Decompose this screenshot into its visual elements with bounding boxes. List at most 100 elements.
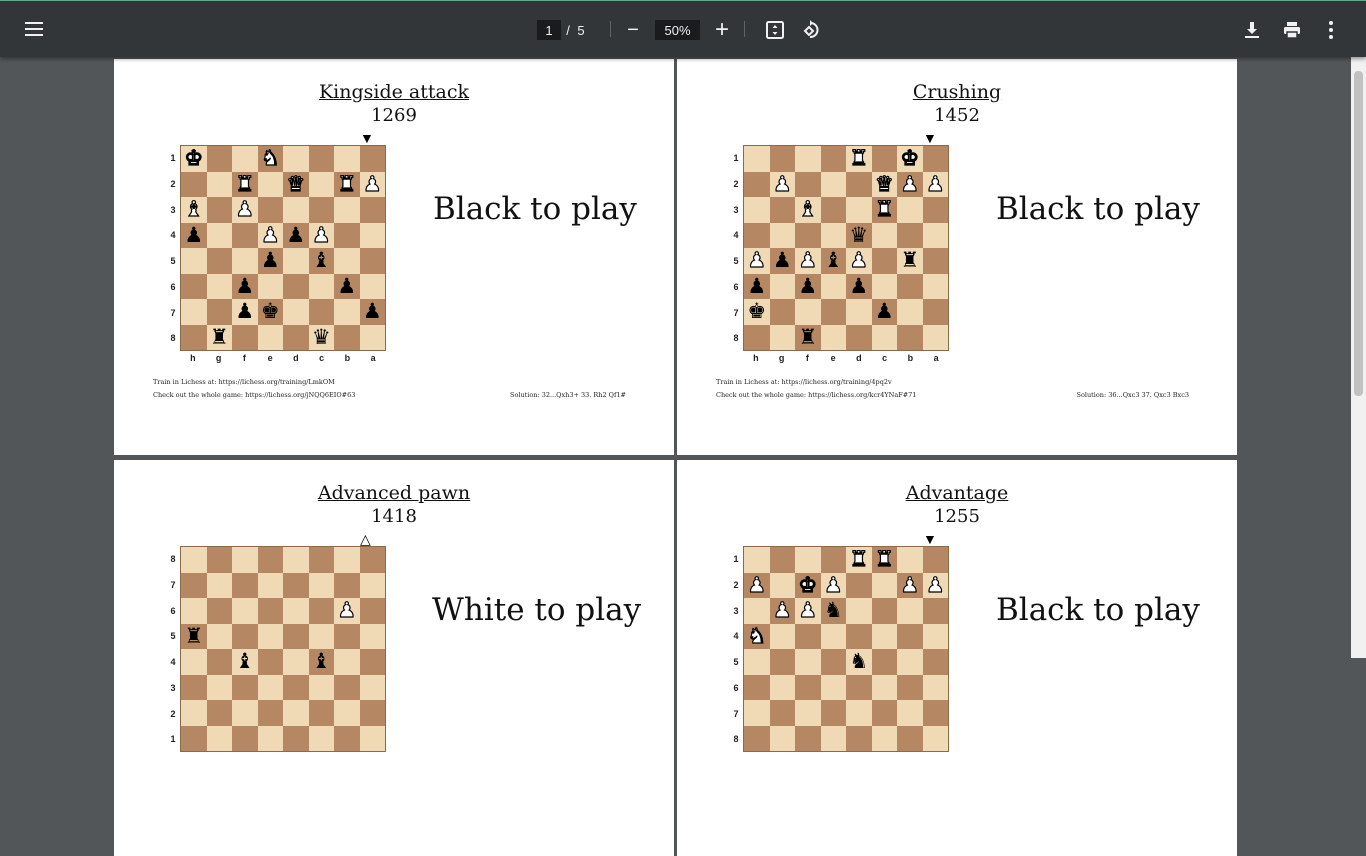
white-pawn-icon: ♟ [823, 572, 843, 597]
rank-label: 4 [170, 230, 176, 241]
white-pawn-icon: ♟ [900, 572, 920, 597]
black-rook-icon: ♜ [798, 324, 818, 349]
board-square: ♟ [795, 273, 821, 299]
board-square [359, 649, 385, 675]
board-square [283, 547, 309, 573]
board-square [334, 324, 360, 350]
divider [610, 21, 611, 37]
board-square: ♟ [871, 299, 897, 325]
board-square [744, 171, 770, 197]
board-square [871, 598, 897, 624]
board-square [769, 572, 795, 598]
white-pawn-icon: ♟ [235, 197, 255, 222]
board-square [359, 674, 385, 700]
zoom-input[interactable]: 50% [655, 20, 700, 40]
board-square [871, 273, 897, 299]
black-knight-icon: ♞ [849, 649, 869, 674]
board-square [871, 222, 897, 248]
more-icon[interactable] [1321, 19, 1341, 41]
board-square: ♜ [232, 171, 258, 197]
board-square [744, 725, 770, 751]
file-label: g [778, 353, 785, 363]
board-square [232, 324, 258, 350]
black-bishop-icon: ♝ [235, 649, 255, 674]
white-pawn-icon: ♟ [311, 222, 331, 247]
rank-label: 2 [170, 708, 176, 719]
board-square: ♟ [359, 299, 385, 325]
download-icon[interactable] [1241, 19, 1263, 41]
board-square [769, 674, 795, 700]
black-pawn-icon: ♟ [235, 273, 255, 298]
board-square [769, 700, 795, 726]
board-square [181, 700, 207, 726]
chess-board: ♚ ♞ ♜ ♛ ♜ ♟ ♝ ♟ ♟ ♟ ♟ ♟ ♟ ♝ ♟ ♟ ♟ ♚ ♟ ♜ ♛ [180, 145, 386, 351]
total-pages: 5 [577, 22, 585, 38]
menu-icon[interactable] [22, 19, 46, 39]
board-square [334, 197, 360, 223]
board-square [871, 700, 897, 726]
white-rook-icon: ♜ [337, 171, 357, 196]
board-square: ♟ [744, 273, 770, 299]
training-link[interactable]: Train in Lichess at: https://lichess.org… [716, 378, 892, 386]
board-square [922, 700, 948, 726]
zoom-in-icon[interactable]: + [711, 16, 733, 43]
game-link[interactable]: Check out the whole game: https://liches… [153, 391, 355, 399]
board-square: ♟ [308, 222, 334, 248]
board-square [769, 273, 795, 299]
board-square: ♜ [334, 171, 360, 197]
board-square: ♞ [846, 649, 872, 675]
board-square [820, 547, 846, 573]
rank-label: 1 [170, 153, 176, 163]
black-pawn-icon: ♟ [772, 248, 792, 273]
board-square [181, 547, 207, 573]
game-link[interactable]: Check out the whole game: https://liches… [716, 391, 916, 399]
board-square [769, 146, 795, 172]
board-square [846, 197, 872, 223]
board-square [206, 248, 232, 274]
board-square [744, 197, 770, 223]
rank-label: 2 [733, 178, 739, 189]
board-square [283, 700, 309, 726]
black-bishop-icon: ♝ [311, 649, 331, 674]
zoom-out-icon[interactable]: − [622, 18, 644, 42]
board-square [206, 623, 232, 649]
scrollbar-thumb[interactable] [1354, 71, 1363, 396]
rank-label: 3 [170, 682, 176, 693]
board-square [206, 171, 232, 197]
white-rook-icon: ♜ [874, 547, 894, 572]
board-square [232, 700, 258, 726]
page-number-input[interactable]: 1 [537, 20, 561, 40]
print-icon[interactable] [1281, 19, 1303, 41]
board-square [820, 725, 846, 751]
board-square: ♟ [181, 222, 207, 248]
training-link[interactable]: Train in Lichess at: https://lichess.org… [153, 378, 335, 386]
board-square [257, 674, 283, 700]
rank-label: 5 [170, 256, 176, 266]
board-square [206, 598, 232, 624]
board-square [795, 674, 821, 700]
black-bishop-icon: ♝ [823, 248, 843, 273]
board-square [744, 146, 770, 172]
board-square [897, 674, 923, 700]
black-pawn-icon: ♟ [362, 299, 382, 324]
board-square [769, 547, 795, 573]
board-square: ♛ [308, 324, 334, 350]
board-square [359, 598, 385, 624]
scrollbar[interactable] [1351, 57, 1366, 658]
rank-label: 3 [170, 204, 176, 215]
board-square [334, 222, 360, 248]
rotate-icon[interactable] [800, 19, 822, 41]
rank-label: 8 [733, 333, 739, 344]
fit-page-icon[interactable] [765, 20, 785, 40]
board-square [795, 222, 821, 248]
board-square: ♜ [897, 248, 923, 274]
board-square [181, 324, 207, 350]
rank-label: 7 [170, 579, 176, 590]
board-square [206, 700, 232, 726]
rank-label: 3 [733, 605, 739, 616]
board-square [206, 572, 232, 598]
file-label: d [293, 353, 299, 363]
board-square [257, 273, 283, 299]
board-square [922, 623, 948, 649]
board-square [359, 324, 385, 350]
